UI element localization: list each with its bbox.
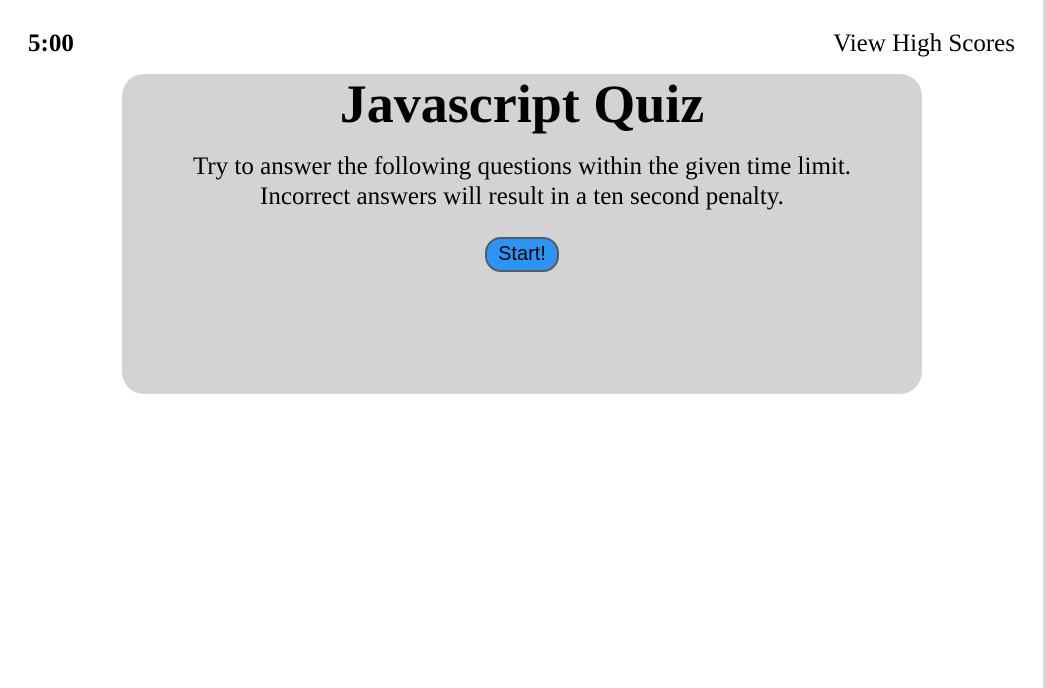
quiz-page: 5:00 View High Scores Javascript Quiz Tr… [0,0,1046,688]
quiz-description-line-1: Try to answer the following questions wi… [192,153,852,180]
quiz-description: Try to answer the following questions wi… [122,152,922,212]
start-button[interactable]: Start! [485,237,559,272]
quiz-card: Javascript Quiz Try to answer the follow… [122,74,922,394]
view-high-scores-link[interactable]: View High Scores [833,30,1015,58]
quiz-description-line-2: Incorrect answers will result in a ten s… [260,183,784,210]
quiz-title: Javascript Quiz [339,74,705,134]
countdown-timer: 5:00 [28,30,74,57]
